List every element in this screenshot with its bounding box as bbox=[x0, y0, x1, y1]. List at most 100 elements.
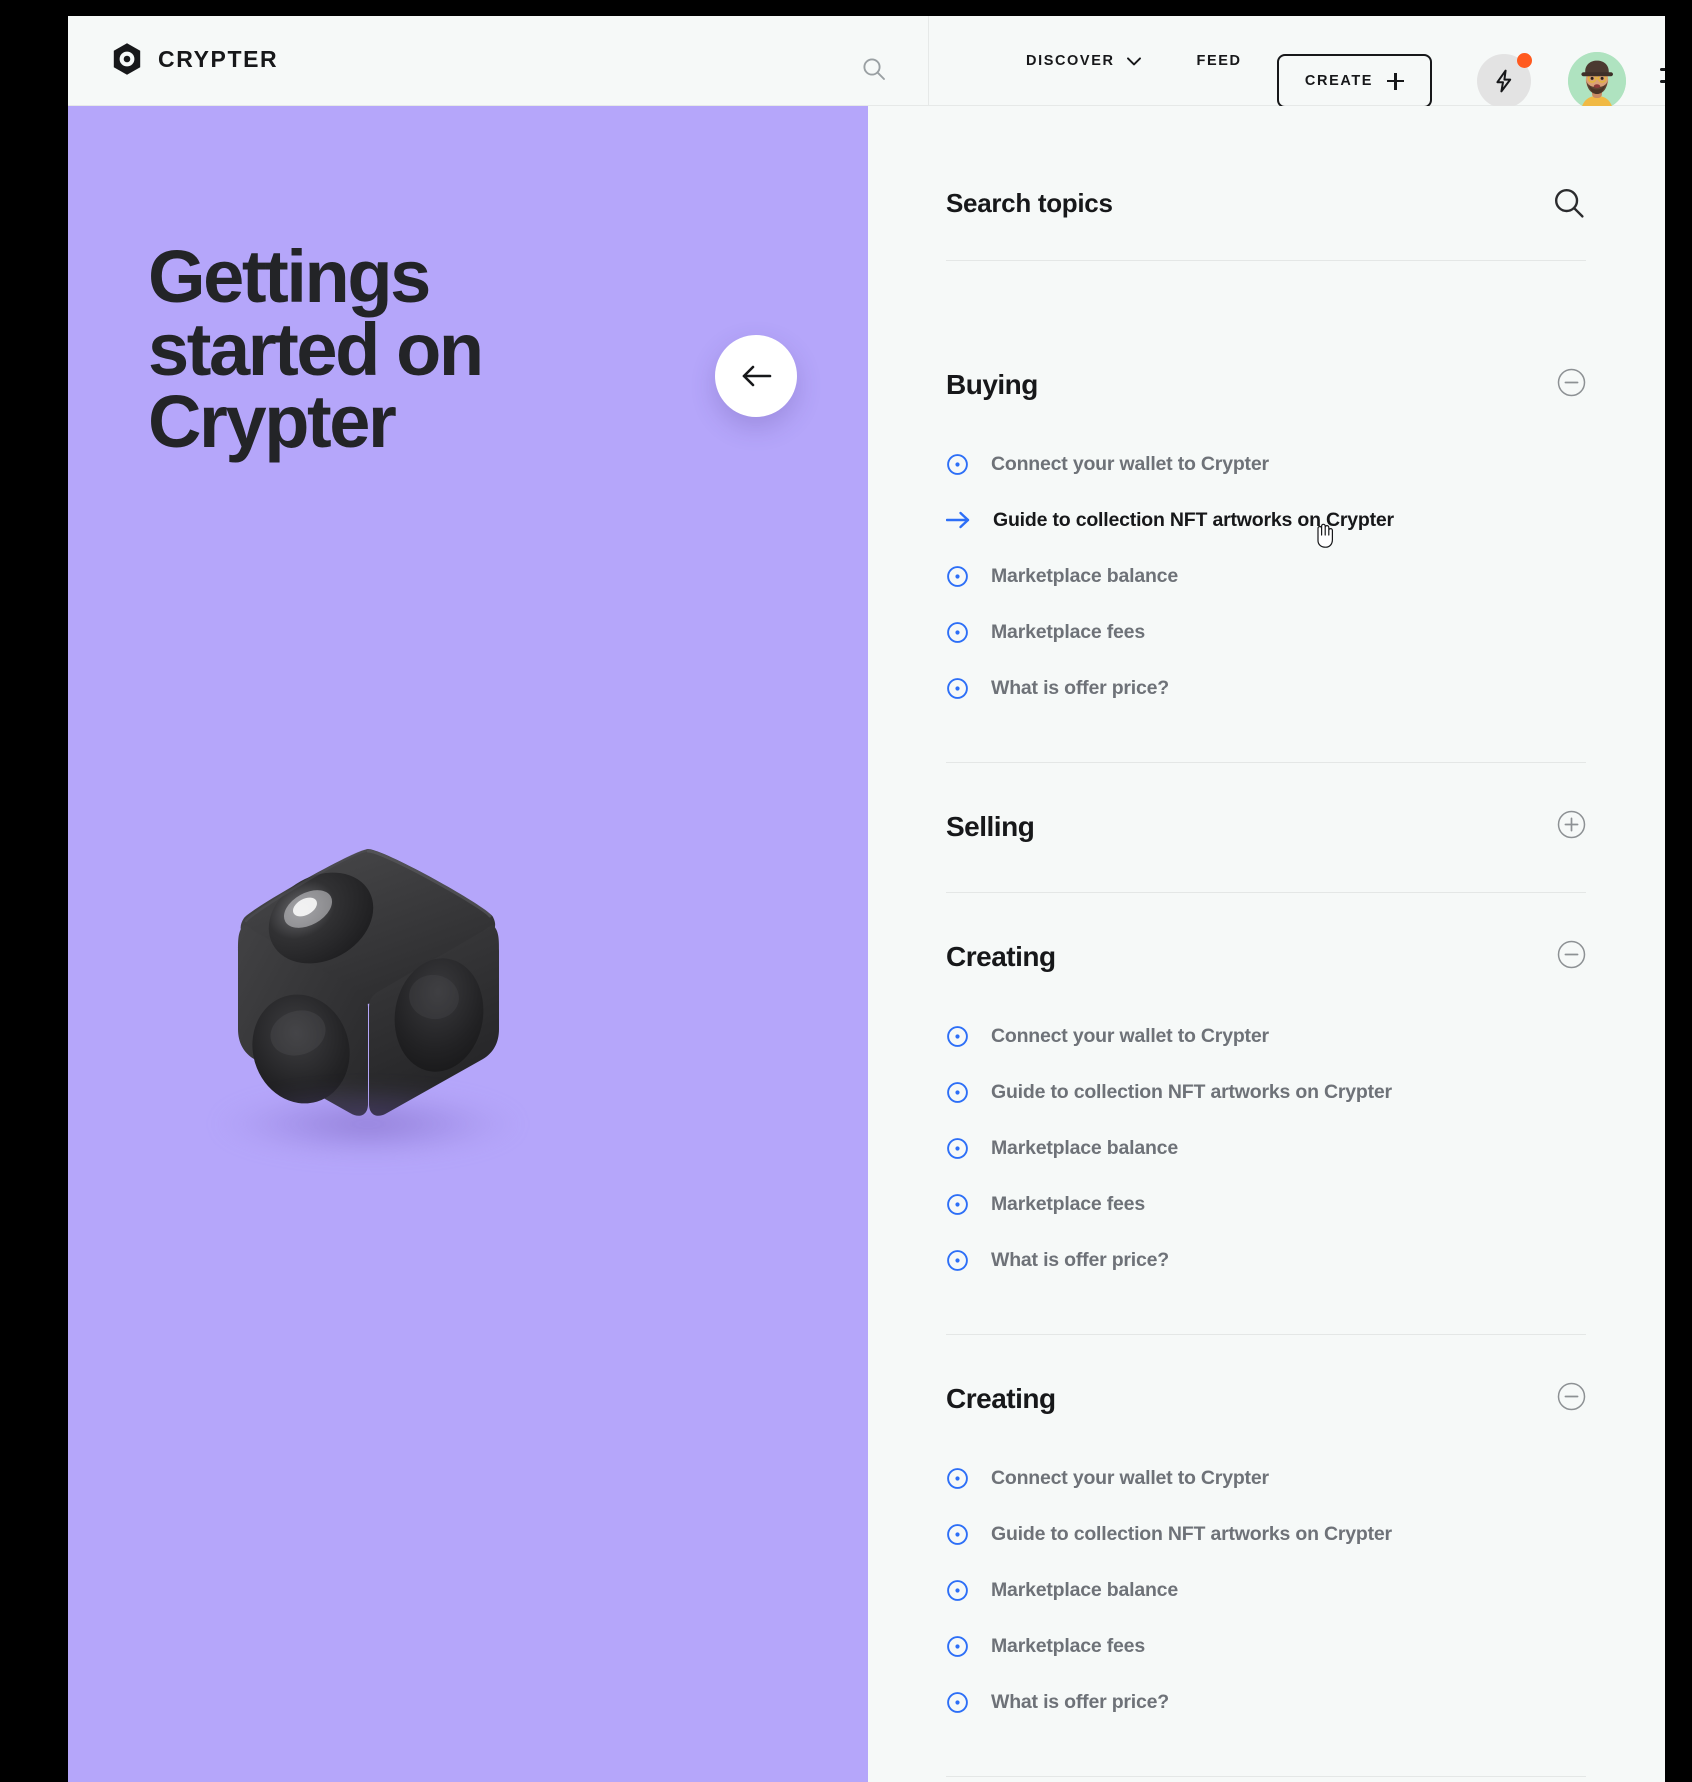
notification-badge bbox=[1517, 53, 1532, 68]
main-nav: DISCOVER FEED bbox=[998, 16, 1270, 106]
topic-label: What is offer price? bbox=[991, 1690, 1170, 1713]
user-avatar-icon bbox=[1568, 52, 1626, 110]
lightning-icon bbox=[1496, 69, 1512, 93]
dot-circle-icon bbox=[946, 565, 969, 588]
hamburger-line bbox=[1660, 80, 1665, 84]
hero-artwork-cube bbox=[188, 821, 548, 1181]
dot-circle-icon bbox=[946, 1025, 969, 1048]
section-title: Buying bbox=[946, 369, 1038, 400]
top-header: CRYPTER DISCOVER FEED CREATE bbox=[68, 16, 1665, 110]
topic-section: Creating Connect your wallet to Crypter Gu… bbox=[946, 1335, 1586, 1777]
dot-circle-icon bbox=[946, 1467, 969, 1490]
brand-logo[interactable]: CRYPTER bbox=[110, 42, 278, 76]
header-search-icon[interactable] bbox=[861, 56, 887, 82]
cube-icon bbox=[238, 849, 499, 1116]
header-divider bbox=[928, 16, 929, 106]
section-body bbox=[946, 844, 1586, 892]
chevron-down-icon bbox=[1126, 56, 1141, 66]
nav-item-feed[interactable]: FEED bbox=[1169, 53, 1270, 69]
topic-item[interactable]: Guide to collection NFT artworks on Cryp… bbox=[946, 492, 1586, 548]
topic-item[interactable]: Marketplace balance bbox=[946, 1120, 1586, 1176]
topic-item[interactable]: What is offer price? bbox=[946, 1232, 1586, 1288]
dot-circle-icon bbox=[946, 1249, 969, 1272]
topic-label: Connect your wallet to Crypter bbox=[991, 452, 1269, 475]
dot-circle-icon bbox=[946, 1137, 969, 1160]
topic-item[interactable]: Guide to collection NFT artworks on Cryp… bbox=[946, 1506, 1586, 1562]
topic-label: Marketplace fees bbox=[991, 620, 1145, 643]
topic-item[interactable]: Guide to collection NFT artworks on Cryp… bbox=[946, 1064, 1586, 1120]
topic-label: What is offer price? bbox=[991, 1248, 1170, 1271]
brand-name: CRYPTER bbox=[158, 45, 279, 72]
topic-item[interactable]: Connect your wallet to Crypter bbox=[946, 1450, 1586, 1506]
topic-label: Marketplace fees bbox=[991, 1634, 1145, 1657]
dot-circle-icon bbox=[946, 453, 969, 476]
topic-item[interactable]: Marketplace fees bbox=[946, 604, 1586, 660]
topic-label: Connect your wallet to Crypter bbox=[991, 1466, 1269, 1489]
dot-circle-icon bbox=[946, 621, 969, 644]
minus-circle-icon[interactable] bbox=[1557, 1382, 1586, 1416]
activity-bolt-button[interactable] bbox=[1477, 53, 1532, 108]
topic-item[interactable]: What is offer price? bbox=[946, 1674, 1586, 1730]
topic-label: Marketplace fees bbox=[991, 1192, 1145, 1215]
nav-label-discover: DISCOVER bbox=[1026, 53, 1115, 69]
topic-item[interactable]: Marketplace fees bbox=[946, 1618, 1586, 1674]
topic-label: Connect your wallet to Crypter bbox=[991, 1024, 1269, 1047]
dot-circle-icon bbox=[946, 1691, 969, 1714]
topic-label: Marketplace balance bbox=[991, 1578, 1178, 1601]
plus-circle-icon[interactable] bbox=[1557, 810, 1586, 844]
hero-panel: Gettings started on Crypter bbox=[68, 106, 868, 1782]
topic-label: Guide to collection NFT artworks on Cryp… bbox=[991, 1080, 1392, 1103]
topic-item[interactable]: Marketplace balance bbox=[946, 548, 1586, 604]
topic-item[interactable]: Marketplace fees bbox=[946, 1176, 1586, 1232]
minus-circle-icon[interactable] bbox=[1557, 940, 1586, 974]
dot-circle-icon bbox=[946, 1081, 969, 1104]
topic-item[interactable]: Connect your wallet to Crypter bbox=[946, 1008, 1586, 1064]
section-header[interactable]: Selling bbox=[946, 763, 1586, 844]
help-topics-panel: Search topics Buying Connect your wallet … bbox=[868, 106, 1665, 1782]
arrow-right-icon bbox=[946, 510, 971, 530]
topic-label: Guide to collection NFT artworks on Cryp… bbox=[993, 508, 1394, 531]
nav-item-discover[interactable]: DISCOVER bbox=[998, 53, 1169, 69]
section-header[interactable]: Buying bbox=[946, 321, 1586, 402]
dot-circle-icon bbox=[946, 1579, 969, 1602]
hamburger-icon[interactable] bbox=[1660, 66, 1665, 88]
back-button[interactable] bbox=[715, 335, 797, 417]
cube-shadow bbox=[218, 1089, 518, 1159]
avatar[interactable] bbox=[1568, 52, 1626, 110]
section-title: Creating bbox=[946, 1383, 1056, 1414]
browser-frame: CRYPTER DISCOVER FEED CREATE Gettings st… bbox=[68, 16, 1665, 1782]
section-header[interactable]: Creating bbox=[946, 1335, 1586, 1416]
dot-circle-icon bbox=[946, 1523, 969, 1546]
hamburger-line bbox=[1660, 68, 1665, 72]
create-button-label: CREATE bbox=[1304, 73, 1374, 89]
section-body: Connect your wallet to Crypter Guide to c… bbox=[946, 974, 1586, 1334]
topic-section: Buying Connect your wallet to Crypter Guid… bbox=[946, 321, 1586, 763]
section-title: Selling bbox=[946, 811, 1035, 842]
section-header[interactable]: Creating bbox=[946, 893, 1586, 974]
create-button[interactable]: CREATE bbox=[1277, 54, 1432, 108]
section-body: Connect your wallet to Crypter Guide to c… bbox=[946, 402, 1586, 762]
dot-circle-icon bbox=[946, 1193, 969, 1216]
search-icon[interactable] bbox=[1552, 186, 1586, 220]
app-root: CRYPTER DISCOVER FEED CREATE Gettings st… bbox=[0, 0, 1692, 1782]
dot-circle-icon bbox=[946, 677, 969, 700]
topic-section: Creating Connect your wallet to Crypter Gu… bbox=[946, 893, 1586, 1335]
nav-label-feed: FEED bbox=[1196, 53, 1242, 69]
crypter-logo-icon bbox=[110, 42, 144, 76]
topic-sections: Buying Connect your wallet to Crypter Guid… bbox=[946, 321, 1586, 1777]
topic-label: Marketplace balance bbox=[991, 1136, 1178, 1159]
minus-circle-icon[interactable] bbox=[1557, 368, 1586, 402]
topic-section: Selling bbox=[946, 763, 1586, 893]
plus-icon bbox=[1387, 72, 1405, 90]
section-body: Connect your wallet to Crypter Guide to c… bbox=[946, 1416, 1586, 1776]
search-input[interactable]: Search topics bbox=[946, 188, 1113, 219]
dot-circle-icon bbox=[946, 1635, 969, 1658]
topic-item[interactable]: Marketplace balance bbox=[946, 1562, 1586, 1618]
topic-label: What is offer price? bbox=[991, 676, 1170, 699]
search-topics-field[interactable]: Search topics bbox=[946, 186, 1586, 261]
topic-label: Guide to collection NFT artworks on Cryp… bbox=[991, 1522, 1392, 1545]
page-title: Gettings started on Crypter bbox=[148, 235, 484, 464]
topic-item[interactable]: Connect your wallet to Crypter bbox=[946, 436, 1586, 492]
arrow-left-icon bbox=[742, 365, 772, 387]
topic-item[interactable]: What is offer price? bbox=[946, 660, 1586, 716]
